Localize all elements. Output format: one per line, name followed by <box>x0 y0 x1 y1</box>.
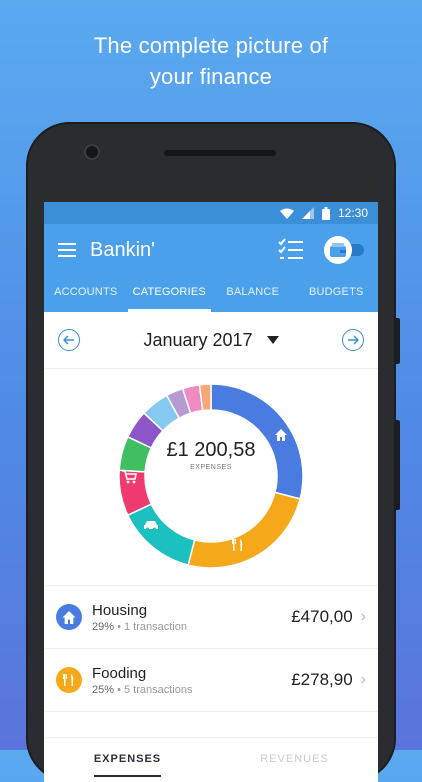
category-meta: 25% • 5 transactions <box>92 683 193 696</box>
tab-budgets[interactable]: BUDGETS <box>295 276 379 312</box>
checklist-icon[interactable] <box>278 238 304 262</box>
wifi-icon <box>279 208 294 219</box>
app-title: Bankin' <box>90 238 155 261</box>
tab-expenses-label: EXPENSES <box>93 753 162 777</box>
expenses-label: EXPENSES <box>190 464 232 471</box>
donut-center-summary: £1 200,58 EXPENSES <box>136 439 286 471</box>
next-month-button[interactable] <box>342 329 364 351</box>
category-percent: 25% <box>92 683 115 696</box>
status-bar: 12:30 <box>44 202 378 224</box>
chevron-right-icon: › <box>360 671 366 688</box>
app-screen: 12:30 Bankin' ACCOUNTS CATEGORIES BALANC… <box>44 202 378 782</box>
previous-month-button[interactable] <box>58 329 80 351</box>
donut-svg <box>118 383 304 569</box>
volume-button <box>394 318 400 364</box>
category-name: Housing <box>92 601 148 619</box>
category-percent: 29% <box>92 620 115 633</box>
category-row-housing[interactable]: Housing 29% • 1 transaction £470,00 › <box>44 586 378 649</box>
tab-revenues-label: REVENUES <box>260 753 329 765</box>
month-selector: January 2017 <box>44 312 378 369</box>
chevron-right-icon: › <box>360 608 366 625</box>
category-transactions: 1 transaction <box>124 620 187 633</box>
category-name: Fooding <box>92 664 147 682</box>
battery-icon <box>321 206 330 220</box>
tab-expenses[interactable]: EXPENSES <box>44 738 211 782</box>
phone-frame: 12:30 Bankin' ACCOUNTS CATEGORIES BALANC… <box>26 122 400 782</box>
category-amount: £278,90 <box>291 670 353 689</box>
bottom-tabs: EXPENSES REVENUES <box>44 737 378 782</box>
wallet-toggle[interactable] <box>324 236 364 264</box>
month-label: January 2017 <box>143 329 253 350</box>
tab-revenues[interactable]: REVENUES <box>211 738 378 782</box>
main-tabs: ACCOUNTS CATEGORIES BALANCE BUDGETS <box>44 276 378 312</box>
tab-accounts[interactable]: ACCOUNTS <box>44 276 128 312</box>
category-amount: £470,00 <box>291 607 353 626</box>
hamburger-menu-icon[interactable] <box>58 243 76 257</box>
expenses-total: £1 200,58 <box>166 439 256 461</box>
donut-slice-fooding[interactable] <box>187 491 302 569</box>
status-time: 12:30 <box>337 206 368 220</box>
headline-line-2: your finance <box>149 64 273 89</box>
wallet-icon <box>330 243 346 257</box>
month-dropdown[interactable]: January 2017 <box>143 329 279 351</box>
expenses-donut-chart: £1 200,58 EXPENSES <box>44 369 378 586</box>
marketing-headline: The complete picture of your finance <box>0 30 422 92</box>
category-text: Housing 29% • 1 transaction <box>92 602 291 633</box>
power-button <box>394 420 400 510</box>
donut-slice-car[interactable] <box>126 503 196 567</box>
tab-categories[interactable]: CATEGORIES <box>127 276 211 312</box>
house-icon <box>56 604 82 630</box>
tab-balance[interactable]: BALANCE <box>211 276 295 312</box>
category-text: Fooding 25% • 5 transactions <box>92 665 291 696</box>
front-camera <box>86 146 98 158</box>
fork-knife-icon <box>56 667 82 693</box>
app-bar: Bankin' <box>44 224 378 276</box>
caret-down-icon <box>266 336 279 344</box>
signal-icon <box>301 207 314 219</box>
arrow-right-icon <box>348 335 359 345</box>
arrow-left-icon <box>63 335 74 345</box>
earpiece-speaker <box>164 150 276 156</box>
category-row-fooding[interactable]: Fooding 25% • 5 transactions £278,90 › <box>44 649 378 712</box>
category-meta: 29% • 1 transaction <box>92 620 187 633</box>
category-transactions: 5 transactions <box>124 683 193 696</box>
headline-line-1: The complete picture of <box>93 33 329 58</box>
